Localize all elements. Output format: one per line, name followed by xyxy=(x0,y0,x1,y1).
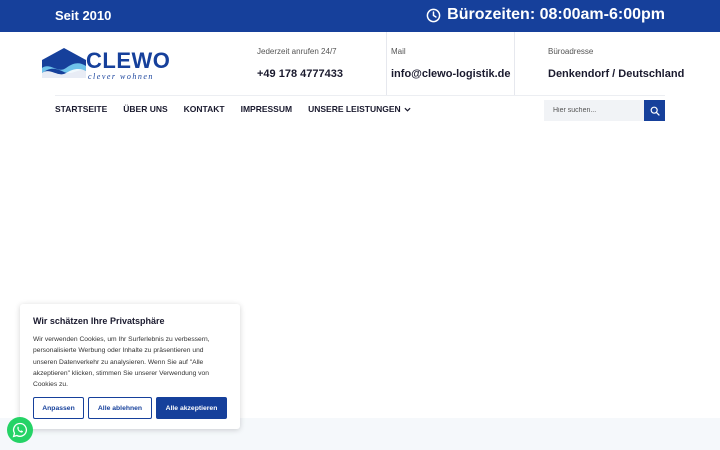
search-form xyxy=(544,100,665,121)
logo-wordmark: CLEWO xyxy=(86,48,171,73)
logo[interactable]: CLEWO clever wohnen xyxy=(40,46,170,82)
nav-item-impressum[interactable]: IMPRESSUM xyxy=(241,104,292,114)
whatsapp-button[interactable] xyxy=(7,417,33,443)
address-value: Denkendorf / Deutschland xyxy=(548,68,685,80)
phone-label: Jederzeit anrufen 24/7 xyxy=(257,47,337,56)
chevron-down-icon xyxy=(404,107,411,112)
since-text: Seit 2010 xyxy=(55,8,112,23)
cookie-banner: Wir schätzen Ihre Privatsphäre Wir verwe… xyxy=(20,304,240,429)
accept-all-button[interactable]: Alle akzeptieren xyxy=(156,397,227,419)
whatsapp-icon xyxy=(12,422,28,438)
nav-item-startseite[interactable]: STARTSEITE xyxy=(55,104,107,114)
mail-label: Mail xyxy=(391,47,406,56)
office-hours-text: Bürozeiten: 08:00am-6:00pm xyxy=(447,6,665,23)
customize-button[interactable]: Anpassen xyxy=(33,397,84,419)
office-hours: Bürozeiten: 08:00am-6:00pm xyxy=(426,6,665,24)
main-nav: STARTSEITE ÜBER UNS KONTAKT IMPRESSUM UN… xyxy=(55,104,427,114)
logo-tagline: clever wohnen xyxy=(88,72,154,81)
clock-icon xyxy=(426,8,441,22)
nav-item-ueber-uns[interactable]: ÜBER UNS xyxy=(123,104,167,114)
cookie-actions: Anpassen Alle ablehnen Alle akzeptieren xyxy=(33,397,227,419)
search-button[interactable] xyxy=(644,100,665,121)
search-input[interactable] xyxy=(544,100,644,121)
top-bar: Seit 2010 Bürozeiten: 08:00am-6:00pm xyxy=(0,0,720,32)
logo-house-icon xyxy=(42,48,86,78)
reject-all-button[interactable]: Alle ablehnen xyxy=(88,397,152,419)
header: CLEWO clever wohnen Jederzeit anrufen 24… xyxy=(0,32,720,96)
header-divider xyxy=(55,95,665,96)
divider xyxy=(514,32,515,96)
nav-item-kontakt[interactable]: KONTAKT xyxy=(184,104,225,114)
address-label: Büroadresse xyxy=(548,47,594,56)
cookie-text: Wir verwenden Cookies, um Ihr Surferlebn… xyxy=(33,336,210,389)
divider xyxy=(386,32,387,96)
search-icon xyxy=(650,106,660,116)
nav-item-unsere-leistungen[interactable]: UNSERE LEISTUNGEN xyxy=(308,104,411,114)
cookie-title: Wir schätzen Ihre Privatsphäre xyxy=(33,316,165,326)
phone-value[interactable]: +49 178 4777433 xyxy=(257,68,343,80)
mail-value[interactable]: info@clewo-logistik.de xyxy=(391,68,511,80)
